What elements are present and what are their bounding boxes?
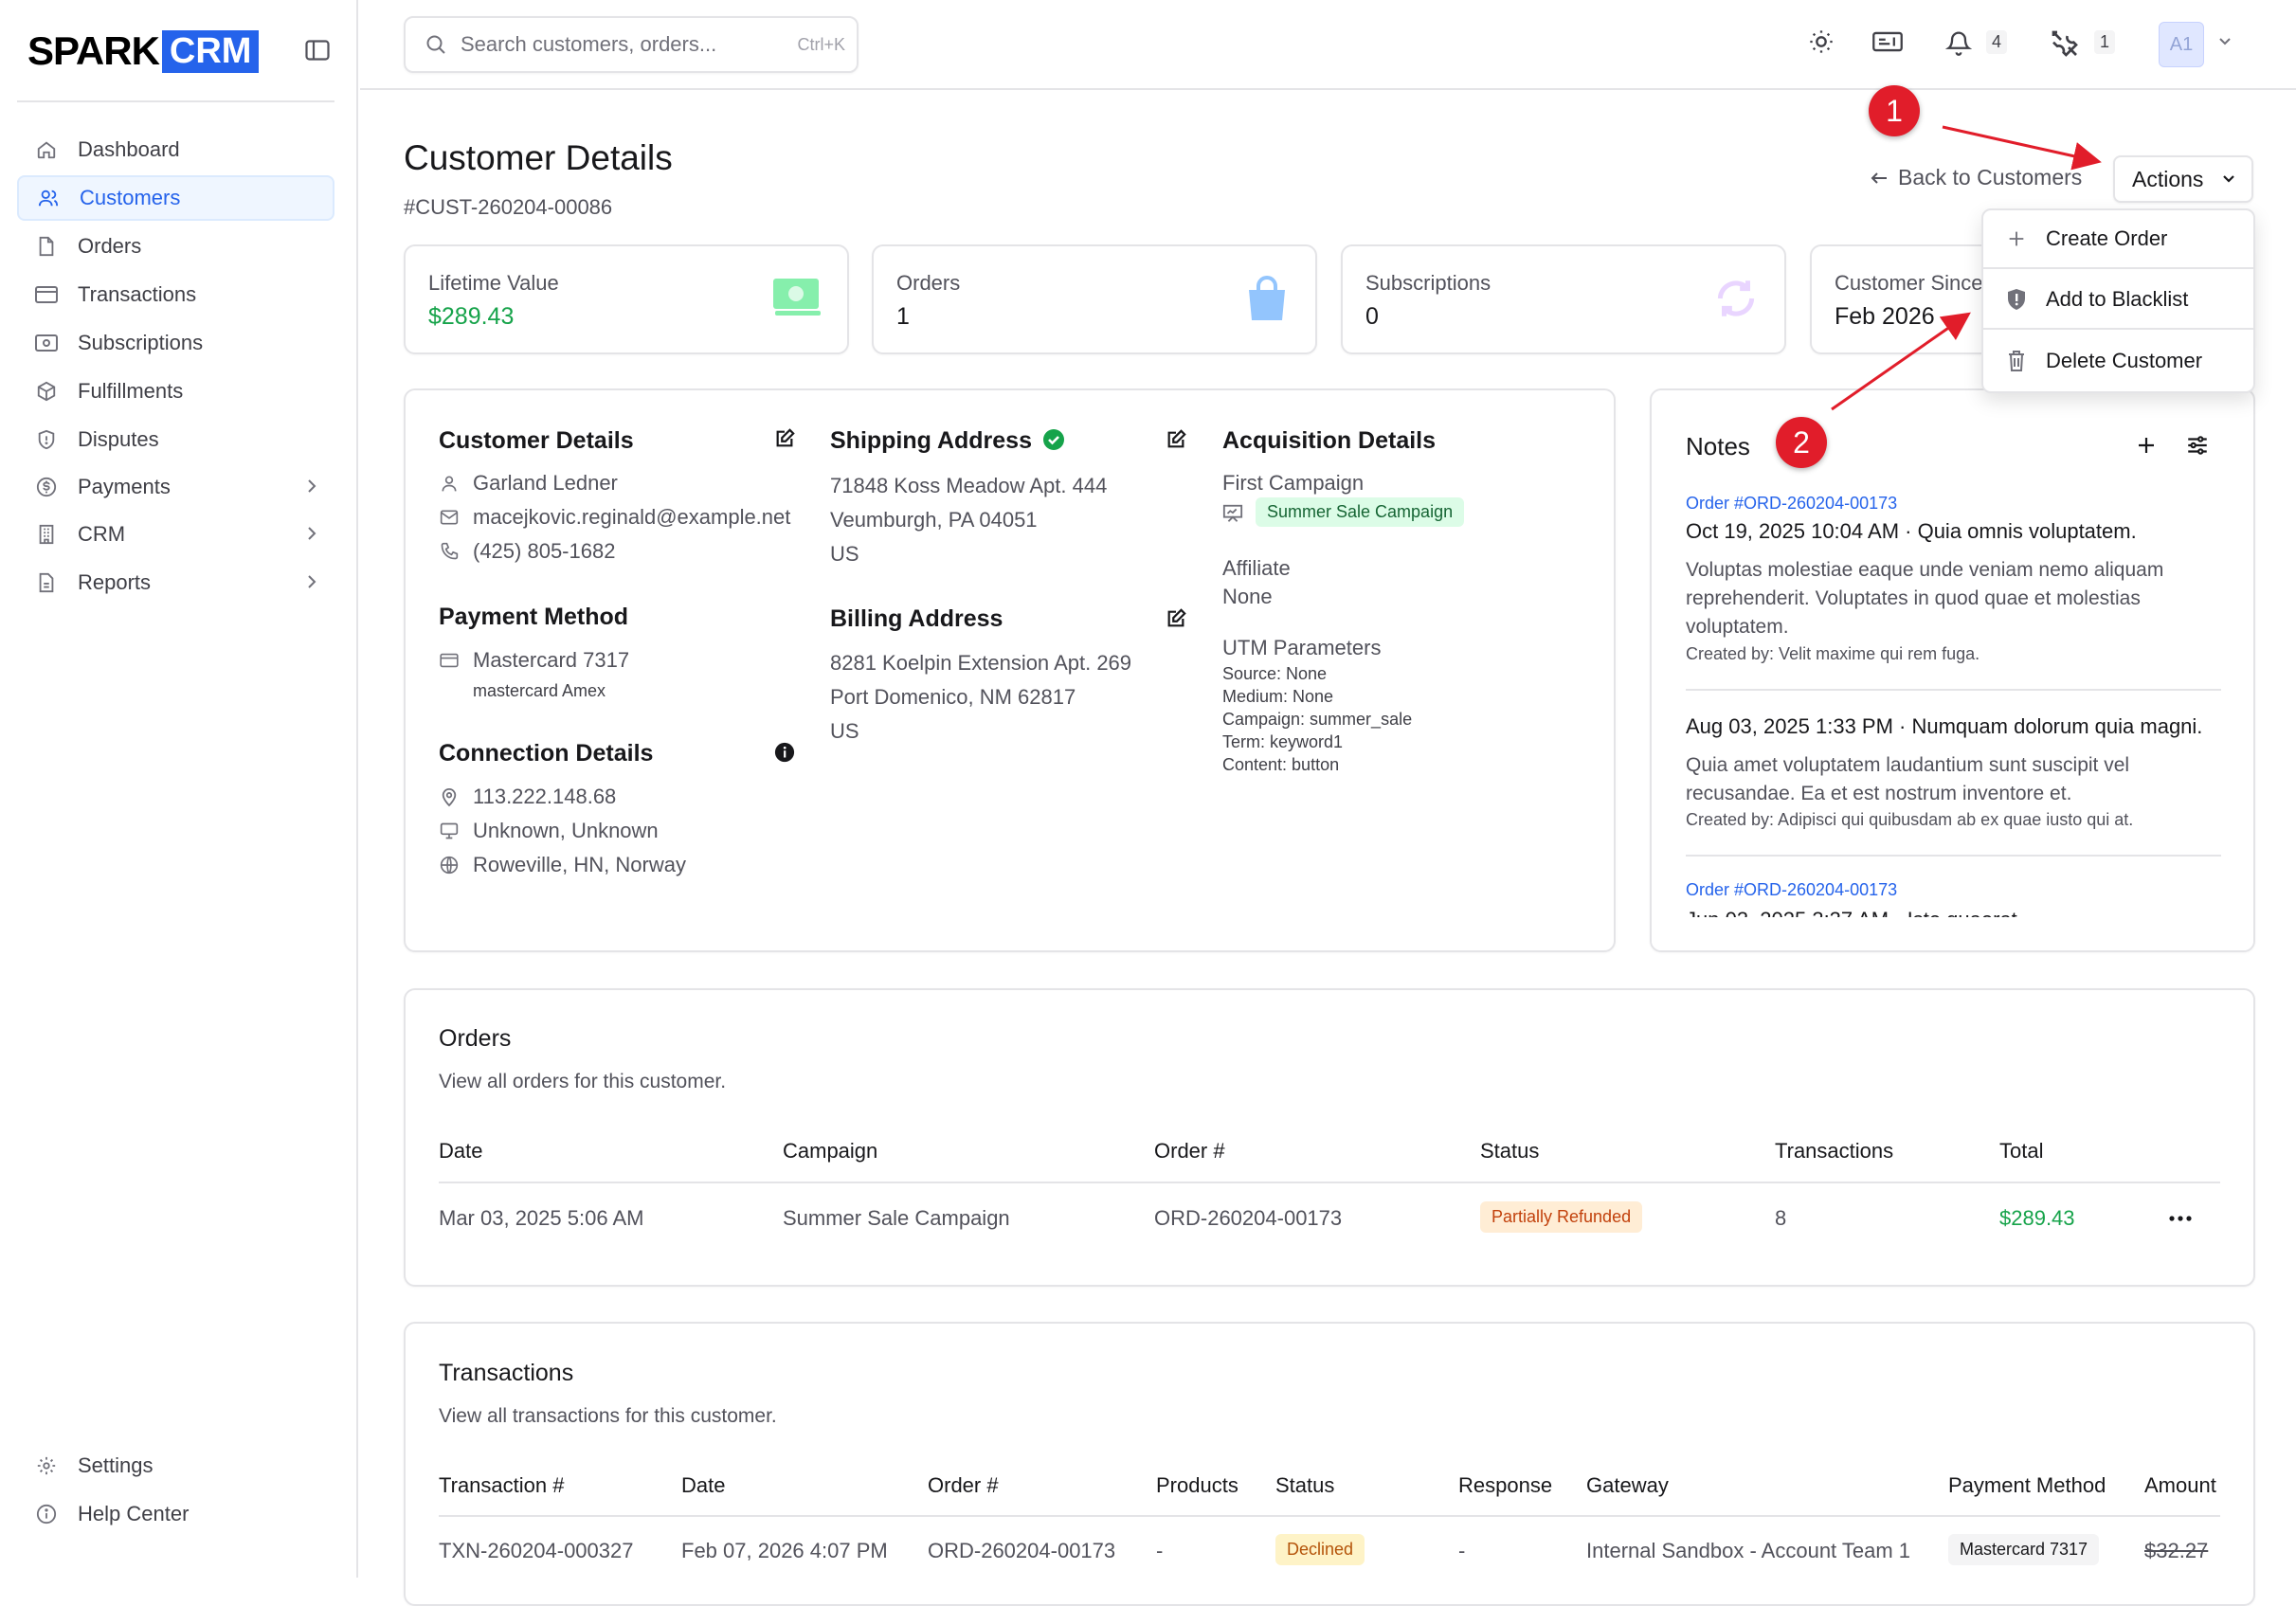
annotation-marker-2: 2 xyxy=(1776,417,1827,468)
arrow-to-actions xyxy=(1942,125,2102,171)
annotation-marker-1: 1 xyxy=(1869,85,1920,136)
annotation-arrows xyxy=(1831,125,2102,411)
arrow-to-blacklist xyxy=(1831,312,1971,411)
